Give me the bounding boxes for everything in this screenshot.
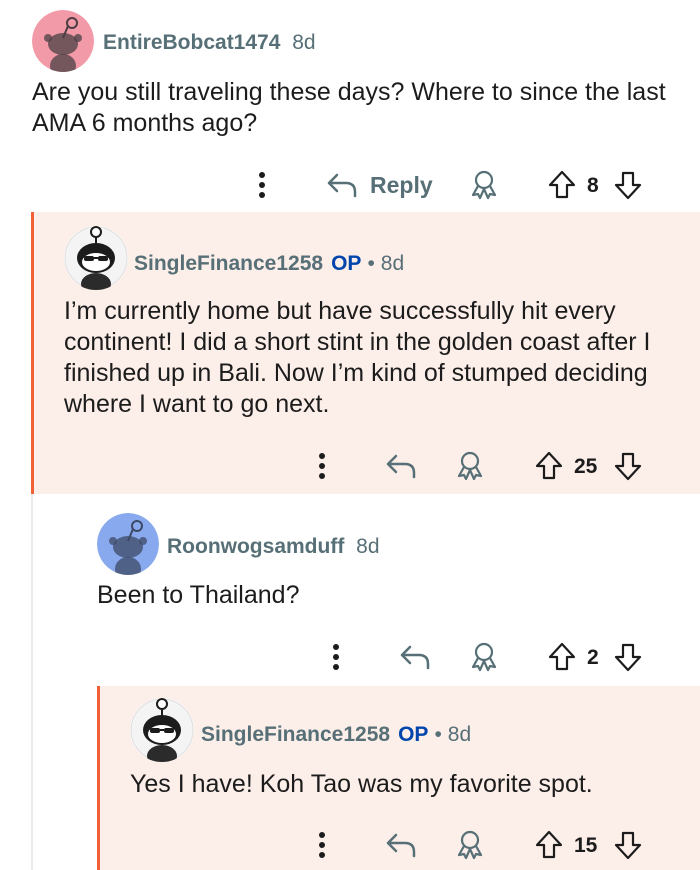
avatar[interactable] [64, 226, 128, 290]
upvote-icon[interactable] [535, 830, 563, 860]
award-icon[interactable] [469, 168, 499, 200]
op-badge: OP [331, 252, 362, 275]
more-options-icon[interactable] [317, 830, 327, 860]
more-options-icon[interactable] [331, 642, 341, 672]
comment-age: 8d [356, 535, 380, 558]
comment-text: Yes I have! Koh Tao was my favorite spot… [130, 770, 593, 798]
reply-arrow-icon[interactable] [385, 453, 417, 479]
reply-arrow-icon[interactable] [326, 172, 358, 198]
snoo-avatar-icon [64, 226, 128, 290]
more-options-icon[interactable] [317, 451, 327, 481]
award-icon[interactable] [455, 449, 485, 481]
comment-text: I’m currently home but have successfully… [64, 297, 651, 418]
avatar[interactable] [97, 513, 159, 575]
username[interactable]: SingleFinance1258 [134, 252, 323, 275]
snoo-avatar-icon [130, 698, 194, 762]
snoo-avatar-icon [97, 513, 159, 575]
comment-meta: EntireBobcat1474 8d [103, 31, 316, 55]
op-badge: OP [398, 723, 429, 746]
award-icon[interactable] [469, 640, 499, 672]
upvote-icon[interactable] [548, 642, 576, 672]
op-thread-bar [97, 686, 100, 870]
upvote-icon[interactable] [535, 451, 563, 481]
comment-text: Are you still traveling these days? Wher… [32, 78, 666, 137]
avatar[interactable] [130, 698, 194, 762]
award-icon[interactable] [455, 828, 485, 860]
vote-count: 25 [574, 455, 598, 478]
comment-meta: SingleFinance1258 OP • 8d [134, 252, 404, 276]
comment-meta: Roonwogsamduff 8d [167, 535, 380, 559]
more-options-icon[interactable] [257, 170, 267, 200]
thread-guide-line[interactable] [31, 494, 33, 870]
meta-separator: • [367, 252, 375, 275]
meta-separator: • [434, 723, 442, 746]
snoo-avatar-icon [32, 10, 94, 72]
downvote-icon[interactable] [614, 170, 642, 200]
username[interactable]: EntireBobcat1474 [103, 31, 280, 54]
reply-arrow-icon[interactable] [399, 644, 431, 670]
vote-count: 15 [574, 834, 598, 857]
username[interactable]: Roonwogsamduff [167, 535, 344, 558]
reply-arrow-icon[interactable] [385, 832, 417, 858]
downvote-icon[interactable] [614, 451, 642, 481]
upvote-icon[interactable] [548, 170, 576, 200]
comment-meta: SingleFinance1258 OP • 8d [201, 723, 471, 747]
reply-button[interactable]: Reply [370, 172, 433, 199]
op-thread-bar [31, 212, 34, 494]
comment-text: Been to Thailand? [97, 581, 300, 609]
username[interactable]: SingleFinance1258 [201, 723, 390, 746]
downvote-icon[interactable] [614, 642, 642, 672]
comment-age: 8d [292, 31, 316, 54]
vote-count: 2 [587, 646, 599, 669]
downvote-icon[interactable] [614, 830, 642, 860]
vote-count: 8 [587, 174, 599, 197]
comment-age: 8d [447, 723, 472, 746]
comment-age: 8d [380, 252, 405, 275]
avatar[interactable] [32, 10, 94, 72]
